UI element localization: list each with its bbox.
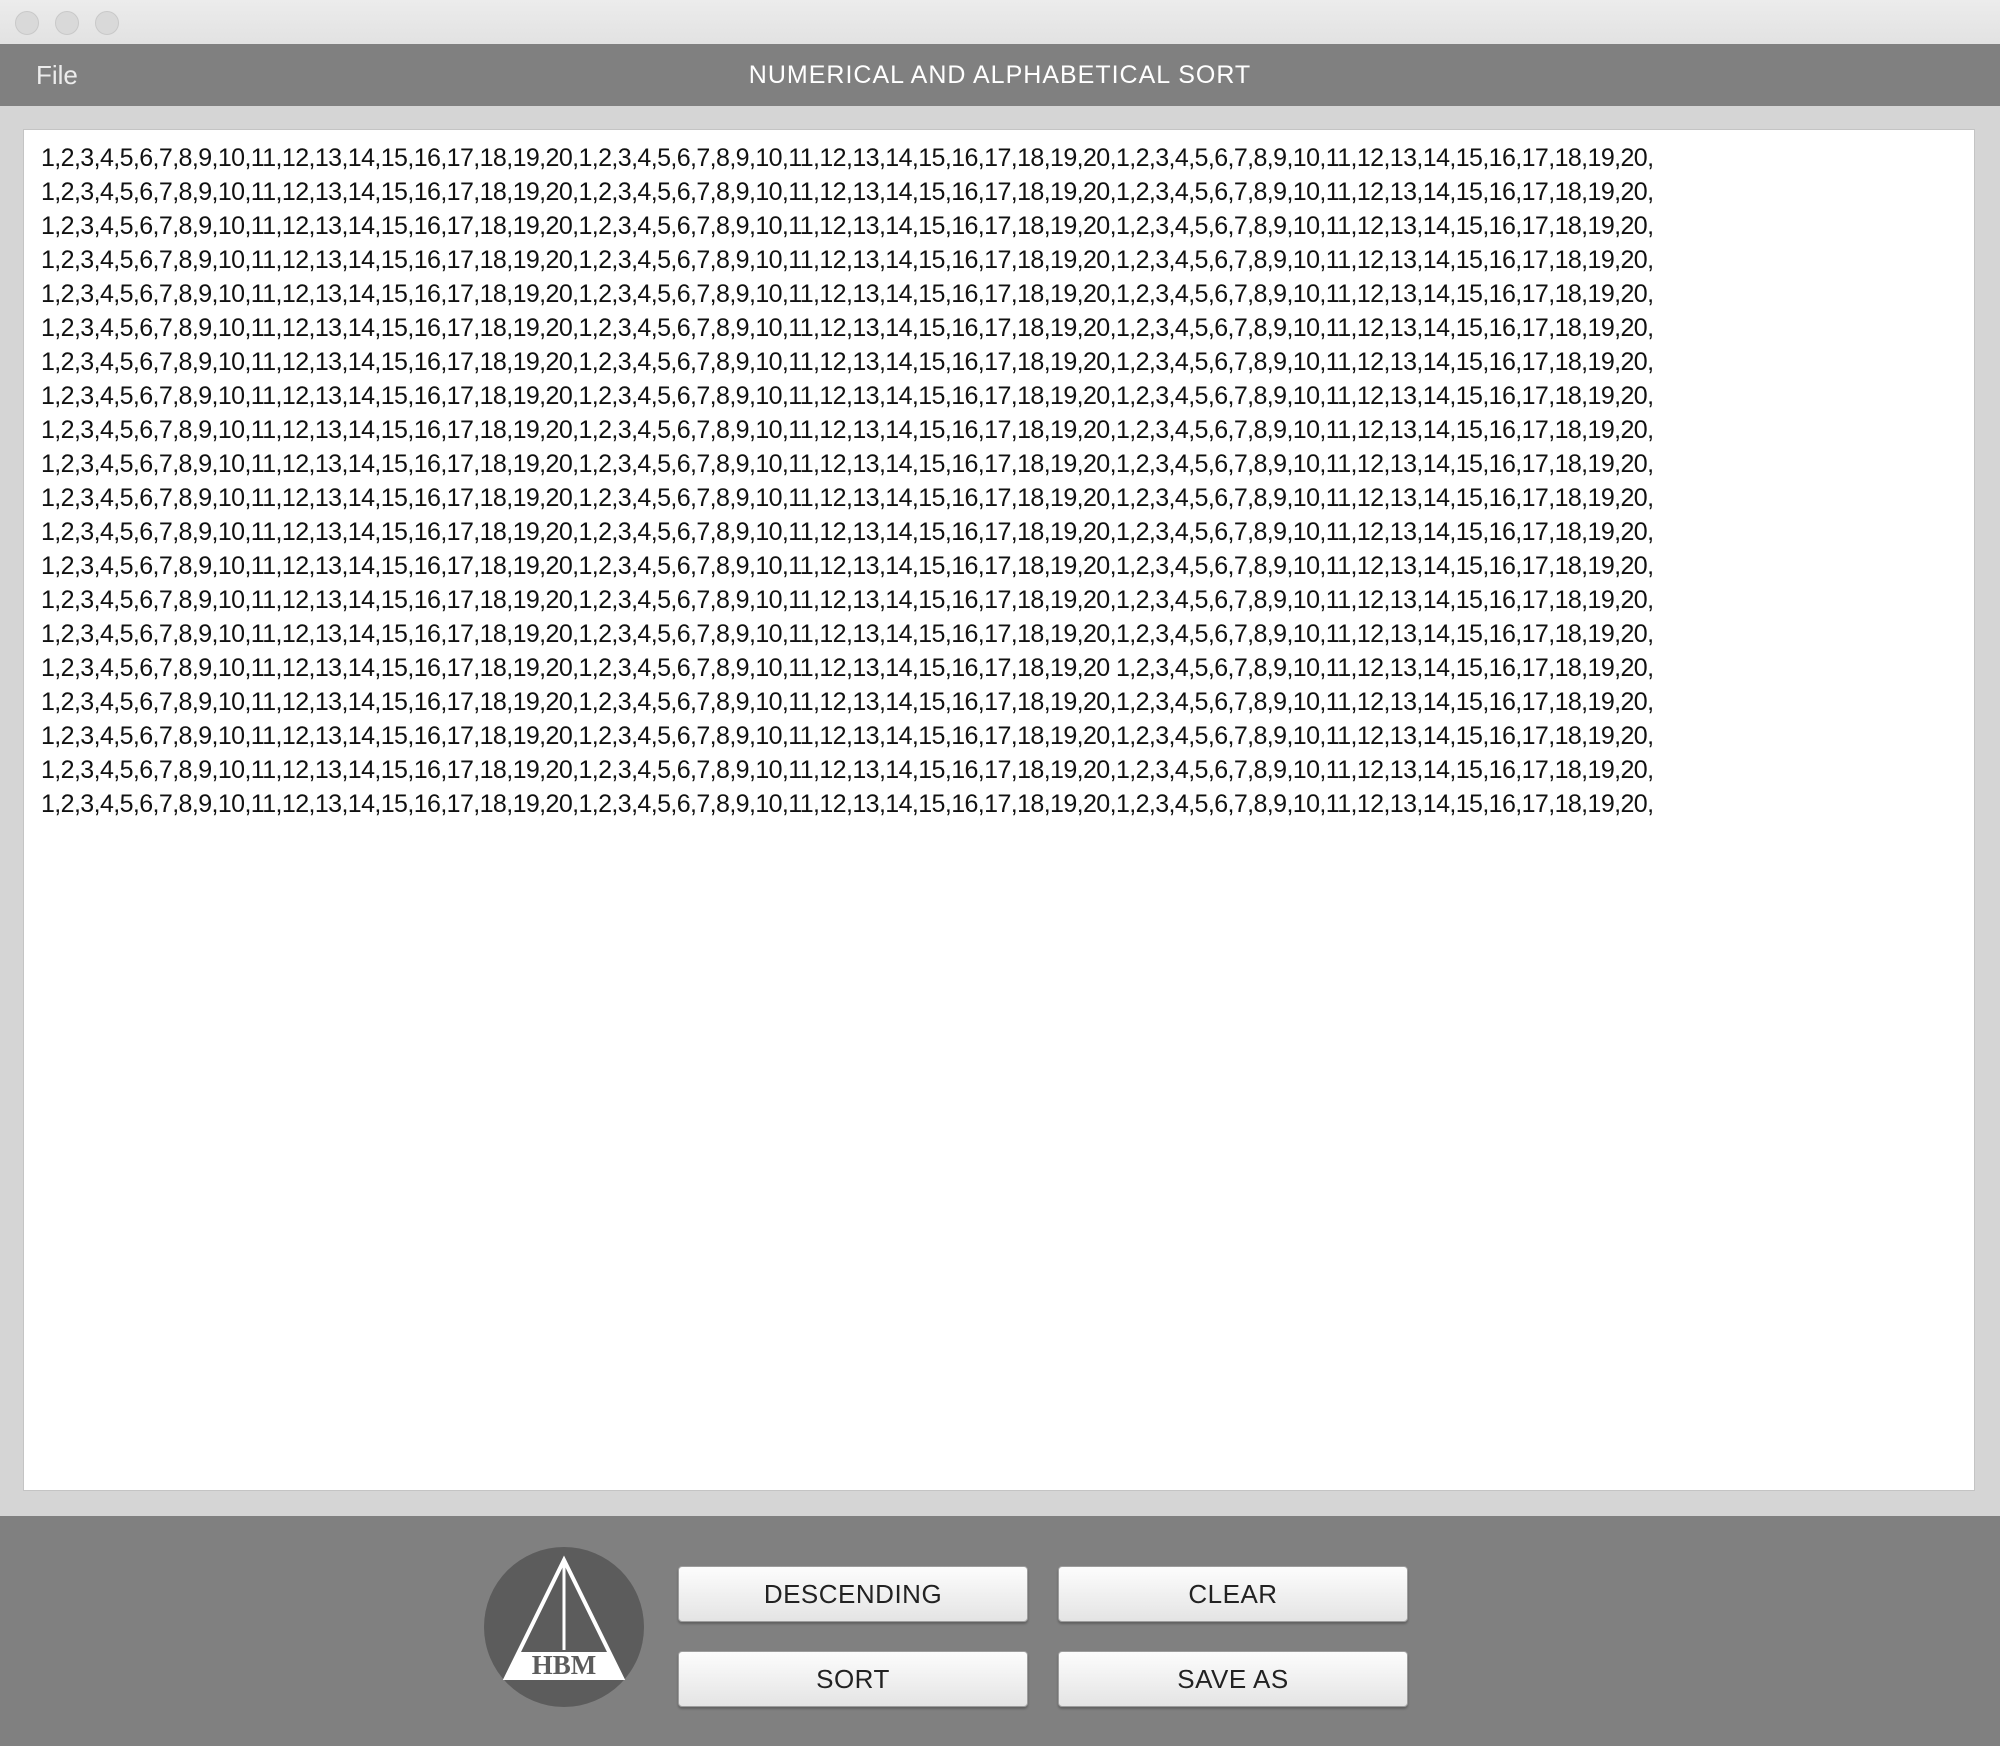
text-line: 1,2,3,4,5,6,7,8,9,10,11,12,13,14,15,16,1… (41, 416, 1654, 444)
text-line: 1,2,3,4,5,6,7,8,9,10,11,12,13,14,15,16,1… (41, 280, 1654, 308)
text-line: 1,2,3,4,5,6,7,8,9,10,11,12,13,14,15,16,1… (41, 586, 1654, 614)
text-line: 1,2,3,4,5,6,7,8,9,10,11,12,13,14,15,16,1… (41, 382, 1654, 410)
text-line: 1,2,3,4,5,6,7,8,9,10,11,12,13,14,15,16,1… (41, 314, 1654, 342)
minimize-window-icon[interactable] (55, 11, 79, 35)
text-line: 1,2,3,4,5,6,7,8,9,10,11,12,13,14,15,16,1… (41, 484, 1654, 512)
text-line: 1,2,3,4,5,6,7,8,9,10,11,12,13,14,15,16,1… (41, 246, 1654, 274)
hbm-logo-icon: HBM (484, 1547, 644, 1707)
text-line: 1,2,3,4,5,6,7,8,9,10,11,12,13,14,15,16,1… (41, 552, 1654, 580)
text-line: 1,2,3,4,5,6,7,8,9,10,11,12,13,14,15,16,1… (41, 450, 1654, 478)
text-line: 1,2,3,4,5,6,7,8,9,10,11,12,13,14,15,16,1… (41, 756, 1654, 784)
logo-text: HBM (532, 1650, 597, 1680)
app-window: File NUMERICAL AND ALPHABETICAL SORT 1,2… (0, 0, 2000, 1746)
text-line: 1,2,3,4,5,6,7,8,9,10,11,12,13,14,15,16,1… (41, 688, 1654, 716)
number-text-area[interactable]: 1,2,3,4,5,6,7,8,9,10,11,12,13,14,15,16,1… (23, 129, 1975, 1491)
text-line: 1,2,3,4,5,6,7,8,9,10,11,12,13,14,15,16,1… (41, 790, 1654, 818)
zoom-window-icon[interactable] (95, 11, 119, 35)
descending-button[interactable]: DESCENDING (678, 1566, 1028, 1622)
text-line: 1,2,3,4,5,6,7,8,9,10,11,12,13,14,15,16,1… (41, 518, 1654, 546)
app-title: NUMERICAL AND ALPHABETICAL SORT (748, 61, 1252, 89)
bottom-control-panel: HBM DESCENDING CLEAR SORT SAVE AS (0, 1516, 2000, 1746)
text-line: 1,2,3,4,5,6,7,8,9,10,11,12,13,14,15,16,1… (41, 620, 1654, 648)
text-line: 1,2,3,4,5,6,7,8,9,10,11,12,13,14,15,16,1… (41, 178, 1654, 206)
text-line: 1,2,3,4,5,6,7,8,9,10,11,12,13,14,15,16,1… (41, 348, 1654, 376)
text-line: 1,2,3,4,5,6,7,8,9,10,11,12,13,14,15,16,1… (41, 144, 1654, 172)
window-titlebar (0, 0, 2000, 45)
text-line: 1,2,3,4,5,6,7,8,9,10,11,12,13,14,15,16,1… (41, 654, 1654, 682)
sort-button[interactable]: SORT (678, 1651, 1028, 1707)
file-menu[interactable]: File (36, 44, 78, 106)
clear-button[interactable]: CLEAR (1058, 1566, 1408, 1622)
close-window-icon[interactable] (15, 11, 39, 35)
save-as-button[interactable]: SAVE AS (1058, 1651, 1408, 1707)
text-line: 1,2,3,4,5,6,7,8,9,10,11,12,13,14,15,16,1… (41, 212, 1654, 240)
text-line: 1,2,3,4,5,6,7,8,9,10,11,12,13,14,15,16,1… (41, 722, 1654, 750)
text-content: 1,2,3,4,5,6,7,8,9,10,11,12,13,14,15,16,1… (41, 141, 1654, 821)
header-bar: File NUMERICAL AND ALPHABETICAL SORT (0, 44, 2000, 106)
